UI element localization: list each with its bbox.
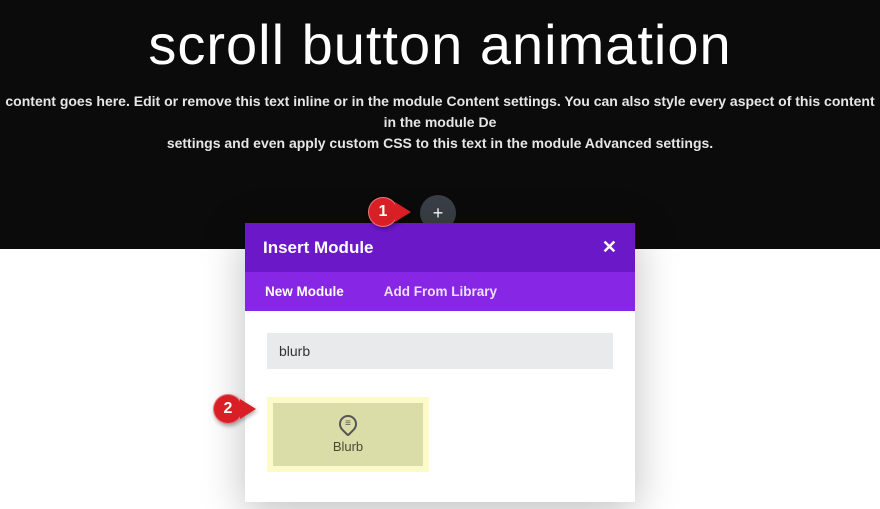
modal-header: Insert Module ✕ [245, 223, 635, 272]
search-result-highlight: Blurb [267, 397, 429, 472]
annotation-marker-1-label: 1 [368, 197, 398, 227]
modal-tabs: New Module Add From Library [245, 272, 635, 311]
blurb-icon [335, 411, 360, 436]
module-search-input[interactable] [267, 333, 613, 369]
modal-body: Blurb [245, 311, 635, 502]
annotation-marker-2: 2 [213, 394, 243, 424]
hero-subtitle-line1: content goes here. Edit or remove this t… [0, 91, 880, 133]
plus-icon: + [433, 204, 444, 222]
hero-subtitle[interactable]: content goes here. Edit or remove this t… [0, 77, 880, 154]
insert-module-modal: Insert Module ✕ New Module Add From Libr… [245, 223, 635, 502]
module-blurb-label: Blurb [281, 439, 415, 454]
module-blurb[interactable]: Blurb [273, 403, 423, 466]
modal-title: Insert Module [263, 238, 374, 258]
hero-subtitle-line2: settings and even apply custom CSS to th… [0, 133, 880, 154]
page-title: scroll button animation [0, 0, 880, 77]
tab-add-from-library[interactable]: Add From Library [364, 272, 517, 311]
annotation-marker-1: 1 [368, 197, 398, 227]
close-icon[interactable]: ✕ [602, 237, 617, 258]
annotation-marker-2-label: 2 [213, 394, 243, 424]
tab-new-module[interactable]: New Module [245, 272, 364, 311]
